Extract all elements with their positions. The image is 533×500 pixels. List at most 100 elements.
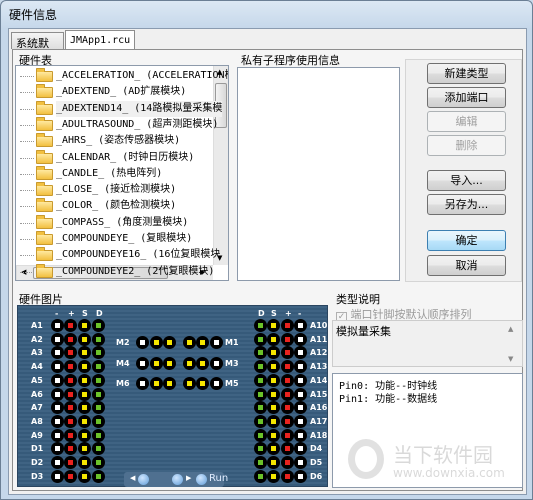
pin[interactable] <box>294 346 307 360</box>
pin[interactable] <box>64 387 77 401</box>
pin[interactable] <box>78 414 91 428</box>
pin[interactable] <box>254 442 267 456</box>
run-label[interactable]: Run <box>209 473 228 484</box>
pin[interactable] <box>254 401 267 415</box>
pin[interactable] <box>51 360 64 374</box>
pin[interactable] <box>267 414 280 428</box>
pin[interactable] <box>267 360 280 374</box>
next-button[interactable] <box>172 474 183 485</box>
pin[interactable] <box>267 332 280 346</box>
pin[interactable] <box>64 319 77 332</box>
tree-item[interactable]: _COMPOUNDEYE_ (复眼模块) <box>16 231 213 247</box>
pin[interactable] <box>254 387 267 401</box>
pin[interactable] <box>92 428 105 442</box>
pin[interactable] <box>51 401 64 415</box>
pin[interactable] <box>267 456 280 469</box>
pin[interactable] <box>196 356 209 370</box>
pin[interactable] <box>281 414 294 428</box>
scroll-up-icon[interactable]: ▲ <box>508 325 513 333</box>
tree-item[interactable]: _COMPOUNDEYE16_ (16位复眼模块 <box>16 247 220 263</box>
pin[interactable] <box>254 373 267 387</box>
tree-item[interactable]: _CANDLE_ (热电阵列) <box>16 165 213 182</box>
type-desc-text[interactable]: 模拟量采集 ▲ ▼ <box>332 320 523 367</box>
pin[interactable] <box>281 346 294 360</box>
tree-item[interactable]: _ADEXTEND14_ (14路模拟量采集模 <box>16 100 223 117</box>
pin[interactable] <box>254 360 267 374</box>
tab-system-default[interactable]: 系统默认 <box>11 32 64 66</box>
pin[interactable] <box>78 360 91 374</box>
pin[interactable] <box>92 469 105 483</box>
pin[interactable] <box>254 346 267 360</box>
pin[interactable] <box>267 401 280 415</box>
pin[interactable] <box>92 332 105 346</box>
button-4[interactable]: 导入... <box>427 170 506 191</box>
pin[interactable] <box>254 319 267 332</box>
pin[interactable] <box>267 319 280 332</box>
button-7[interactable]: 取消 <box>427 255 506 276</box>
pin[interactable] <box>64 428 77 442</box>
pin[interactable] <box>78 332 91 346</box>
pin[interactable] <box>281 319 294 332</box>
pin[interactable] <box>294 442 307 456</box>
pin[interactable] <box>294 319 307 332</box>
pin[interactable] <box>78 428 91 442</box>
pin[interactable] <box>51 373 64 387</box>
pin[interactable] <box>51 456 64 469</box>
pin[interactable] <box>254 428 267 442</box>
pin[interactable] <box>210 336 223 349</box>
pin[interactable] <box>78 401 91 415</box>
hardware-tree[interactable]: ▲ ▼ ◀ ▶ _ACCELERATION_ (ACCELERATION模 _AD… <box>15 65 229 281</box>
tab-jmapp1[interactable]: JMApp1.rcu <box>65 30 135 50</box>
pin[interactable] <box>294 373 307 387</box>
pin[interactable] <box>64 456 77 469</box>
pin[interactable] <box>183 356 196 370</box>
pin[interactable] <box>51 332 64 346</box>
pin[interactable] <box>267 442 280 456</box>
pin[interactable] <box>64 414 77 428</box>
tree-item[interactable]: _ADEXTEND_ (AD扩展模块) <box>16 84 213 100</box>
pin[interactable] <box>163 356 176 370</box>
pin[interactable] <box>78 442 91 456</box>
pin[interactable] <box>136 356 149 370</box>
pin[interactable] <box>294 332 307 346</box>
tree-vertical-scrollbar[interactable]: ▲ ▼ <box>213 66 228 265</box>
pin[interactable] <box>294 469 307 483</box>
tree-item[interactable]: _COMPOUNDEYE3_ (3代复眼模块) <box>16 279 213 280</box>
pin-function-list[interactable]: Pin0: 功能--时钟线 Pin1: 功能--数据线 当下软件园 www.do… <box>332 373 523 488</box>
pin[interactable] <box>294 456 307 469</box>
pin[interactable] <box>92 387 105 401</box>
pin[interactable] <box>210 356 223 370</box>
pin[interactable] <box>78 373 91 387</box>
pin[interactable] <box>281 442 294 456</box>
pin[interactable] <box>78 387 91 401</box>
pin[interactable] <box>281 387 294 401</box>
pin[interactable] <box>294 414 307 428</box>
pin[interactable] <box>64 346 77 360</box>
tree-item[interactable]: _ACCELERATION_ (ACCELERATION模 <box>16 68 228 84</box>
pin[interactable] <box>51 319 64 332</box>
pin[interactable] <box>294 360 307 374</box>
pin[interactable] <box>183 336 196 349</box>
tree-item[interactable]: _AHRS_ (姿态传感器模块) <box>16 133 213 149</box>
pin[interactable] <box>150 336 163 349</box>
pin[interactable] <box>281 469 294 483</box>
pin[interactable] <box>267 373 280 387</box>
tree-item[interactable]: _ADULTRASOUND_ (超声测距模块) <box>16 116 218 133</box>
pin[interactable] <box>92 456 105 469</box>
pin[interactable] <box>281 332 294 346</box>
pin[interactable] <box>281 373 294 387</box>
pin[interactable] <box>267 346 280 360</box>
pin[interactable] <box>196 377 209 390</box>
tree-item[interactable]: _COMPOUNDEYE2_ (2代复眼模块) <box>16 263 214 280</box>
tree-item[interactable]: _CALENDAR_ (时钟日历模块) <box>16 149 213 166</box>
tree-item[interactable]: _COLOR_ (颜色检测模块) <box>16 198 213 214</box>
run-button[interactable] <box>196 474 207 485</box>
pin[interactable] <box>64 401 77 415</box>
pin[interactable] <box>78 346 91 360</box>
pin[interactable] <box>92 401 105 415</box>
button-6[interactable]: 确定 <box>427 230 506 251</box>
pin[interactable] <box>183 377 196 390</box>
pin[interactable] <box>163 336 176 349</box>
pin[interactable] <box>92 442 105 456</box>
pin[interactable] <box>196 336 209 349</box>
